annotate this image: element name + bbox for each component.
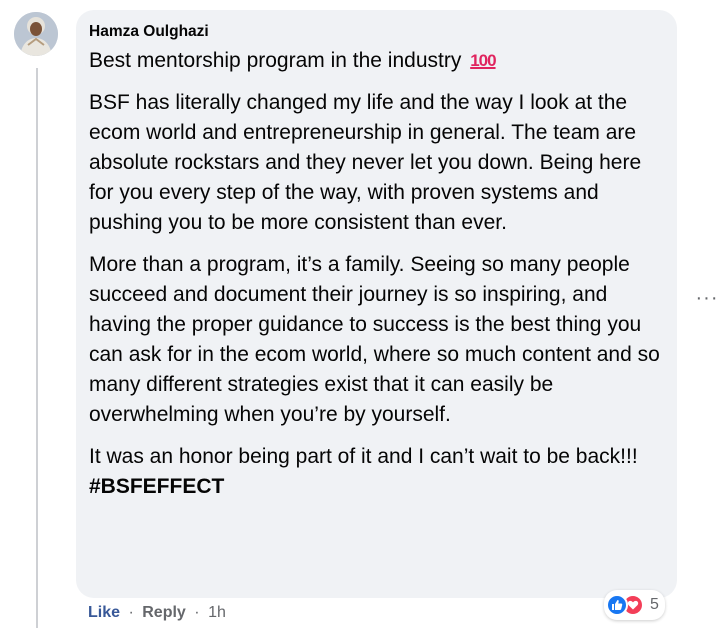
reply-button[interactable]: Reply	[142, 604, 186, 621]
separator: ·	[128, 604, 134, 621]
thread-line	[36, 68, 38, 628]
separator: ·	[194, 604, 200, 621]
comment-paragraph-3: More than a program, it’s a family. Seei…	[89, 253, 660, 426]
timestamp[interactable]: 1h	[208, 604, 226, 621]
comment-paragraph-2: BSF has literally changed my life and th…	[89, 91, 642, 234]
avatar-photo	[14, 12, 58, 56]
comment-paragraph-1: Best mentorship program in the industry …	[89, 46, 665, 76]
avatar[interactable]	[14, 12, 58, 56]
more-options-icon[interactable]: ···	[694, 288, 720, 312]
comment-actions: Like · Reply · 1h	[88, 603, 226, 623]
author-name[interactable]: Hamza Oulghazi	[89, 22, 665, 42]
comment-paragraph-4: It was an honor being part of it and I c…	[89, 445, 638, 468]
hashtag-link[interactable]: #BSFEFFECT	[89, 472, 665, 502]
hundred-points-icon: 100	[470, 51, 496, 70]
comment-text-1: Best mentorship program in the industry	[89, 49, 462, 72]
like-button[interactable]: Like	[88, 604, 120, 621]
reaction-count: 5	[650, 596, 659, 613]
reactions-summary[interactable]: 5	[604, 590, 665, 620]
like-icon	[606, 594, 628, 616]
comment-bubble: Hamza Oulghazi Best mentorship program i…	[76, 10, 677, 598]
